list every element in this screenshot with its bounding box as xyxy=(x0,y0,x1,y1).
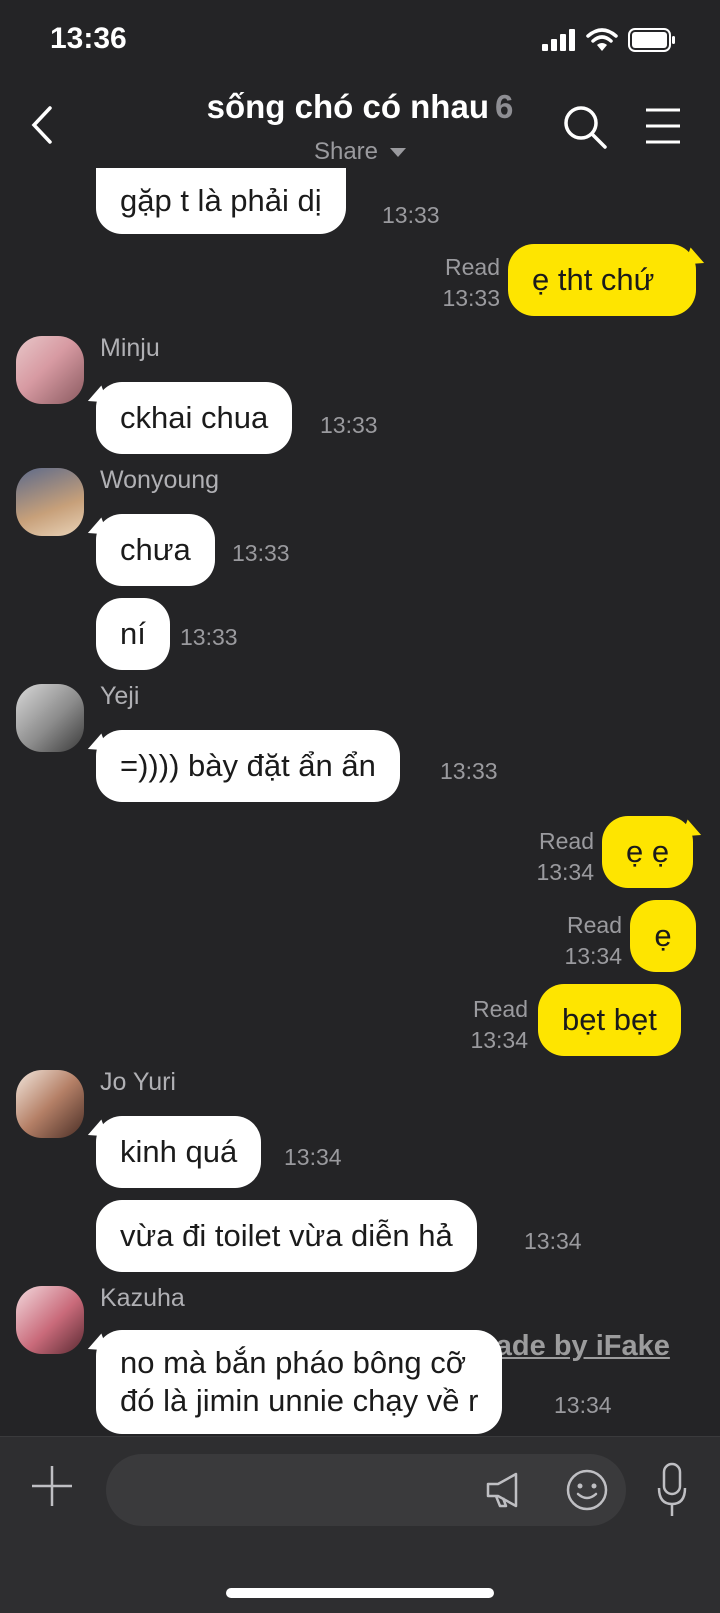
status-time: 13:36 xyxy=(50,22,127,55)
read-label: Read xyxy=(539,828,594,854)
message-time: 13:34 xyxy=(284,1144,342,1170)
status-icons xyxy=(542,28,676,52)
message-time: 13:33 xyxy=(442,285,500,311)
message-bubble[interactable]: ckhai chua xyxy=(96,382,293,454)
message-bubble-mine[interactable]: ẹ xyxy=(630,900,696,972)
message-bubble-mine[interactable]: ẹ tht chứ xyxy=(508,244,696,316)
avatar-jo-yuri[interactable] xyxy=(16,1070,84,1138)
avatar-yeji[interactable] xyxy=(16,684,84,752)
read-label: Read xyxy=(473,996,528,1022)
message-bubble[interactable]: vừa đi toilet vừa diễn hả xyxy=(96,1200,477,1272)
message-line: no mà bắn pháo bông cỡ xyxy=(120,1345,467,1380)
message-time: 13:34 xyxy=(564,943,622,969)
message-bubble-multiline[interactable]: no mà bắn pháo bông cỡ đó là jimin unnie… xyxy=(96,1330,503,1434)
message-time: 13:34 xyxy=(524,1228,582,1254)
sender-name: Wonyoung xyxy=(100,466,220,494)
read-status: Read 13:34 xyxy=(470,994,528,1056)
message-time: 13:34 xyxy=(536,859,594,885)
avatar-wonyoung[interactable] xyxy=(16,468,84,536)
sender-name: Minju xyxy=(100,334,160,362)
search-button[interactable] xyxy=(562,104,608,150)
caret-down-icon xyxy=(390,148,407,158)
message-bubble[interactable]: kinh quá xyxy=(96,1116,262,1188)
microphone-icon xyxy=(657,1462,687,1516)
wifi-icon xyxy=(586,28,618,51)
search-icon xyxy=(564,106,607,149)
avatar-kazuha[interactable] xyxy=(16,1286,84,1354)
message-bubble[interactable]: gặp t là phải dị xyxy=(96,168,346,234)
signal-icon xyxy=(542,29,575,51)
avatar-minju[interactable] xyxy=(16,336,84,404)
message-bubble[interactable]: =)))) bày đặt ẩn ẩn xyxy=(96,730,400,802)
message-bubble[interactable]: chưa xyxy=(96,514,215,586)
read-label: Read xyxy=(567,912,622,938)
menu-button[interactable] xyxy=(644,106,682,146)
battery-icon xyxy=(628,28,675,52)
message-input[interactable] xyxy=(106,1454,626,1526)
emoji-button[interactable] xyxy=(565,1468,609,1512)
message-time: 13:33 xyxy=(440,758,498,784)
read-status: Read 13:33 xyxy=(442,252,500,314)
member-count: 6 xyxy=(494,88,514,125)
message-time: 13:34 xyxy=(470,1027,528,1053)
share-label: Share xyxy=(313,138,379,165)
sender-name: Yeji xyxy=(100,682,140,710)
read-status: Read 13:34 xyxy=(564,910,622,972)
sender-name: Jo Yuri xyxy=(100,1068,176,1096)
home-indicator[interactable] xyxy=(226,1588,494,1598)
chat-title-text: sống chó có nhau xyxy=(206,88,489,125)
message-bubble[interactable]: ní xyxy=(96,598,170,670)
message-bubble-mine[interactable]: ẹ ẹ xyxy=(602,816,694,888)
message-time: 13:34 xyxy=(554,1392,612,1418)
message-line: đó là jimin unnie chạy về r xyxy=(120,1383,479,1418)
share-dropdown[interactable]: Share xyxy=(0,138,720,166)
attach-button[interactable] xyxy=(30,1464,74,1508)
chat-title: sống chó có nhau 6 xyxy=(0,88,720,126)
read-label: Read xyxy=(445,254,500,280)
message-list[interactable]: gặp t là phải dị 13:33 Read 13:33 ẹ tht … xyxy=(0,168,720,1436)
voice-button[interactable] xyxy=(656,1462,688,1518)
hamburger-menu-icon xyxy=(646,108,680,144)
watermark: made by iFake xyxy=(470,1330,670,1362)
broadcast-button[interactable] xyxy=(484,1470,524,1510)
plus-icon xyxy=(32,1466,72,1506)
read-status: Read 13:34 xyxy=(536,826,594,888)
sender-name: Kazuha xyxy=(100,1284,185,1312)
message-time: 13:33 xyxy=(232,540,290,566)
megaphone-icon xyxy=(486,1472,518,1508)
message-time: 13:33 xyxy=(320,412,378,438)
message-time: 13:33 xyxy=(180,624,238,650)
message-time: 13:33 xyxy=(382,202,440,228)
message-bubble-mine[interactable]: bẹt bẹt xyxy=(538,984,681,1056)
smiley-icon xyxy=(566,1469,608,1511)
